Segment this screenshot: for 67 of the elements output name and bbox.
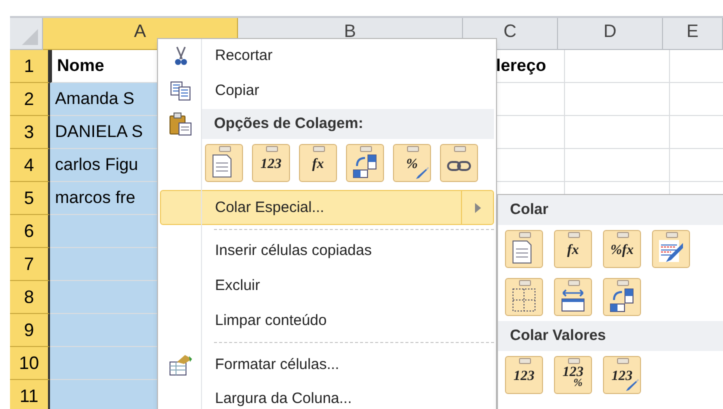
menu-item[interactable]: Largura da Coluna... [160,382,494,409]
column-widths-icon [561,288,585,312]
column-header[interactable]: D [558,18,663,50]
menu-item[interactable]: Colar Especial... [160,190,494,226]
clip-icon [266,146,278,152]
paste-option-button[interactable] [554,278,592,316]
paste-option-button[interactable]: % [393,144,431,182]
clip-icon [519,232,531,238]
row-header[interactable]: 2 [10,83,50,116]
paste-option-button[interactable]: 123 [505,356,543,394]
row-header[interactable]: 10 [10,347,50,380]
paste-option-button[interactable]: fx [299,144,337,182]
menu-item[interactable]: Formatar células... [160,347,494,382]
section-header: Colar Valores [498,321,723,351]
paste-option-button[interactable] [603,278,641,316]
paste-option-button[interactable]: %fx [603,230,641,268]
clip-icon [519,358,531,364]
row-header[interactable]: 6 [10,215,50,248]
clip-icon [617,232,629,238]
clip-icon [617,280,629,286]
clip-icon [407,146,419,152]
borders-icon [512,288,536,312]
clip-icon [360,146,372,152]
format-cells-icon [169,354,193,376]
clip-icon [219,146,231,152]
paste-option-button[interactable]: 123 [603,356,641,394]
paste-option-button[interactable] [652,230,690,268]
paste-option-button[interactable] [205,144,243,182]
row-header[interactable]: 1 [10,50,50,83]
clip-icon [568,280,580,286]
menu-item[interactable]: Limpar conteúdo [160,304,494,338]
scissors-icon [173,46,189,66]
paste-option-button[interactable] [505,230,543,268]
row-header[interactable]: 8 [10,281,50,314]
paste-option-button[interactable] [505,278,543,316]
row-header[interactable]: 7 [10,248,50,281]
paste-option-button[interactable] [346,144,384,182]
column-header[interactable]: E [663,18,723,50]
section-header: Colar [498,195,723,225]
brush-icon [415,166,429,180]
clipboard-icon [169,112,193,136]
submenu-arrow-icon [474,202,480,213]
section-header: Opções de Colagem: [202,108,494,140]
clip-icon [568,232,580,238]
clip-icon [454,146,466,152]
row-header[interactable]: 9 [10,314,50,347]
paste-option-button[interactable]: fx [554,230,592,268]
clip-icon [617,358,629,364]
clip-icon [519,280,531,286]
corner-cell[interactable] [10,18,43,50]
clip-icon [666,232,678,238]
transpose-icon [610,288,634,312]
row-header[interactable]: 5 [10,182,50,215]
paste-option-button[interactable]: 123 % [554,356,592,394]
row-header[interactable]: 11 [10,380,50,409]
row-header[interactable]: 3 [10,116,50,149]
clip-icon [568,358,580,364]
copy-icon [170,81,192,102]
transpose-icon [353,154,377,178]
menu-item[interactable]: Excluir [160,268,494,304]
select-all-icon [22,29,38,45]
menu-item[interactable]: Inserir células copiadas [160,234,494,269]
row-header[interactable]: 4 [10,149,50,182]
paste-option-button[interactable]: 123 [252,144,290,182]
format-brush-icon [659,240,683,264]
clip-icon [313,146,325,152]
paste-option-button[interactable] [440,144,478,182]
